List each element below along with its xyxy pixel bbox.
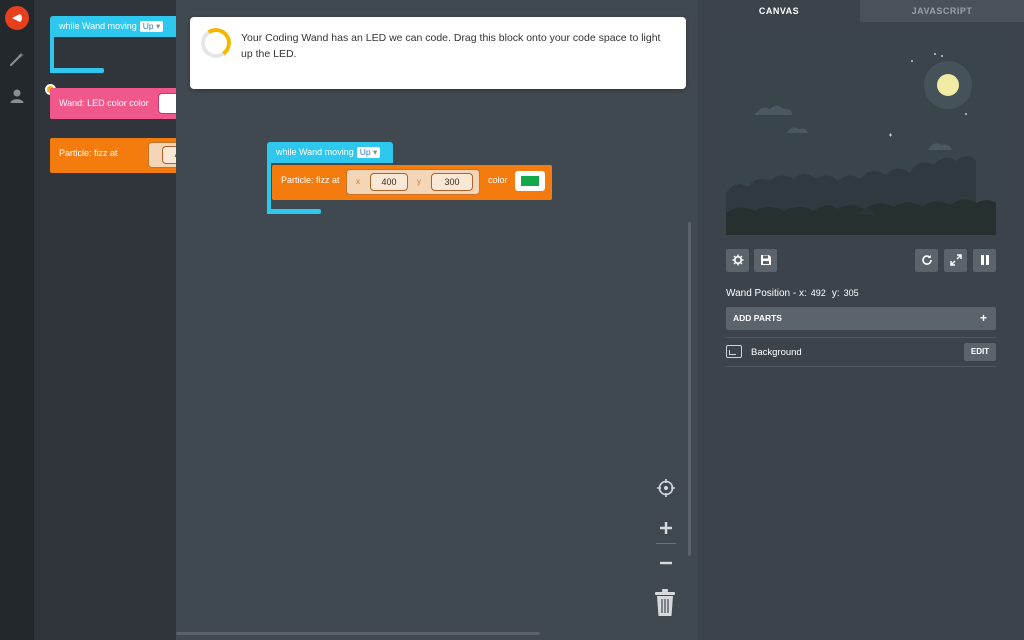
user-icon[interactable] bbox=[8, 87, 26, 105]
progress-ring bbox=[198, 25, 234, 61]
recenter-icon[interactable] bbox=[656, 478, 676, 498]
logo-icon[interactable] bbox=[5, 6, 29, 30]
block-label: while Wand moving bbox=[59, 21, 137, 31]
wand-y-label: y: bbox=[831, 288, 840, 299]
background-label: Background bbox=[751, 347, 802, 358]
wand-moving-block[interactable]: while Wand moving Up bbox=[267, 142, 393, 163]
direction-dropdown[interactable]: Up bbox=[139, 21, 164, 32]
x-input[interactable]: 400 bbox=[162, 146, 176, 164]
y-separator: y bbox=[417, 177, 421, 186]
fullscreen-icon[interactable] bbox=[944, 249, 967, 272]
y-input[interactable]: 300 bbox=[431, 173, 473, 191]
wand-x-value: 492 bbox=[810, 288, 826, 298]
background-row: Background EDIT bbox=[726, 341, 996, 365]
icon-rail bbox=[0, 0, 34, 640]
trash-icon[interactable] bbox=[654, 589, 676, 617]
code-workspace[interactable] bbox=[176, 0, 698, 640]
edit-background-button[interactable]: EDIT bbox=[964, 343, 996, 361]
wand-icon[interactable] bbox=[8, 50, 26, 68]
add-parts-button[interactable]: ADD PARTS + bbox=[726, 307, 996, 330]
flyout-wand-moving-block[interactable]: while Wand moving Up bbox=[50, 16, 176, 37]
zoom-divider bbox=[656, 543, 676, 544]
position-slot: x 400 y 300 bbox=[346, 169, 480, 195]
divider bbox=[726, 337, 996, 338]
flyout-led-color-block[interactable]: Wand: LED color color bbox=[50, 88, 176, 119]
divider bbox=[726, 366, 996, 367]
instruction-text: Your Coding Wand has an LED we can code.… bbox=[241, 32, 661, 60]
wand-y-value: 305 bbox=[843, 288, 859, 298]
zoom-in-icon[interactable] bbox=[656, 518, 676, 538]
loop-foot bbox=[267, 209, 321, 214]
direction-dropdown[interactable]: Up bbox=[356, 147, 381, 158]
tab-javascript[interactable]: JAVASCRIPT bbox=[860, 0, 1024, 22]
block-label: Wand: LED color color bbox=[59, 98, 149, 108]
night-scene bbox=[726, 33, 996, 235]
wand-position-label: Wand Position - x: bbox=[726, 288, 807, 299]
pause-icon[interactable] bbox=[973, 249, 996, 272]
zoom-out-icon[interactable] bbox=[656, 553, 676, 573]
vertical-scrollbar[interactable] bbox=[688, 222, 691, 556]
panel-tabs: CANVAS JAVASCRIPT bbox=[698, 0, 1024, 22]
block-flyout: while Wand movingUp Wand: LED color colo… bbox=[34, 0, 176, 640]
image-icon bbox=[726, 345, 742, 358]
block-label: Particle: fizz at bbox=[59, 148, 118, 158]
color-slot[interactable] bbox=[158, 93, 176, 114]
output-panel: CANVAS JAVASCRIPT Wand Position - x: 492… bbox=[698, 0, 1024, 640]
add-parts-label: ADD PARTS bbox=[733, 313, 782, 323]
color-label: color bbox=[488, 175, 508, 185]
game-canvas[interactable] bbox=[726, 33, 996, 235]
restart-icon[interactable] bbox=[915, 249, 938, 272]
block-label: while Wand moving bbox=[276, 147, 354, 157]
loop-mouth bbox=[267, 163, 271, 214]
x-input[interactable]: 400 bbox=[370, 173, 408, 191]
position-slot: 400 bbox=[148, 142, 176, 168]
wand-position-readout: Wand Position - x: 492 y: 305 bbox=[726, 288, 865, 299]
instruction-tooltip: Your Coding Wand has an LED we can code.… bbox=[190, 17, 686, 89]
flyout-particle-block[interactable]: Particle: fizz at 400 bbox=[50, 138, 176, 173]
settings-icon[interactable] bbox=[726, 249, 749, 272]
block-foot bbox=[50, 68, 104, 73]
x-separator: x bbox=[356, 177, 360, 186]
plus-icon: + bbox=[979, 311, 987, 325]
color-swatch[interactable] bbox=[515, 171, 545, 191]
app: while Wand movingUp Wand: LED color colo… bbox=[0, 0, 1024, 640]
save-icon[interactable] bbox=[754, 249, 777, 272]
particle-fizz-block[interactable]: Particle: fizz at x 400 y 300 color bbox=[272, 165, 552, 200]
tab-canvas[interactable]: CANVAS bbox=[698, 0, 860, 22]
block-label: Particle: fizz at bbox=[281, 175, 340, 185]
horizontal-scrollbar[interactable] bbox=[176, 632, 540, 635]
